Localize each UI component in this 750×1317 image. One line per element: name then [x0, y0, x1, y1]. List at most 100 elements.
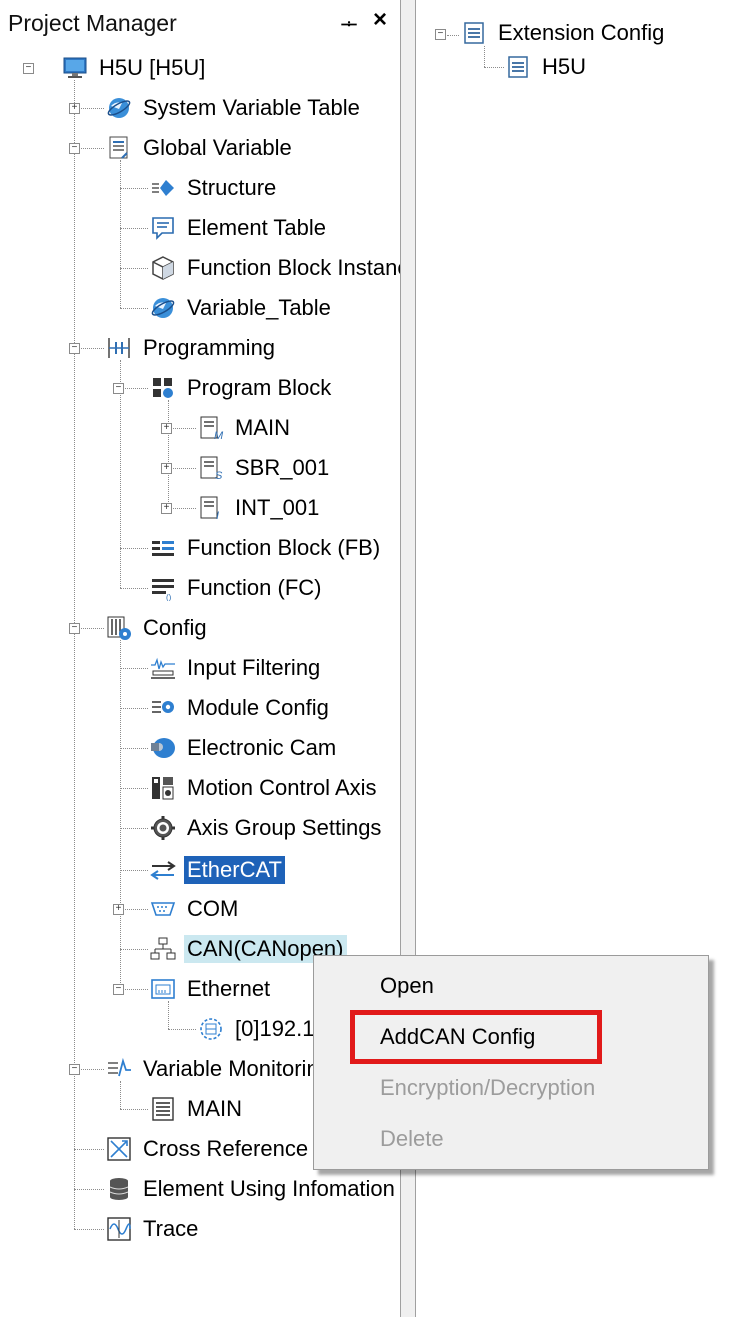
- can-network-icon: [150, 936, 176, 962]
- tree-node-main[interactable]: MAIN: [150, 1091, 245, 1127]
- menu-item-encryption-decryption: Encryption/Decryption: [380, 1075, 596, 1100]
- document-icon: [462, 21, 486, 45]
- tree-node-label: Element Table: [187, 215, 327, 240]
- tree-node-label: Variable Monitoring: [143, 1056, 331, 1081]
- tree-node-module-config[interactable]: Module Config: [150, 690, 332, 726]
- tree-node-function-block-fb[interactable]: Function Block (FB): [150, 530, 383, 566]
- expander-program-block[interactable]: −: [113, 383, 124, 394]
- tree-node-program-block[interactable]: Program Block: [150, 370, 334, 406]
- menu-item-add-can-config[interactable]: AddCAN Config: [380, 1020, 535, 1054]
- tree-connector: [168, 508, 196, 509]
- expander-h5u-h5u[interactable]: −: [23, 63, 34, 74]
- tree-node-global-variable[interactable]: Global Variable: [106, 130, 295, 166]
- tree-node-element-using-infomation[interactable]: Element Using Infomation: [106, 1171, 398, 1207]
- document-icon: [106, 135, 132, 161]
- tree-node-trace[interactable]: Trace: [106, 1211, 201, 1247]
- tree-connector: [168, 400, 169, 508]
- tree-node-structure[interactable]: Structure: [150, 170, 279, 206]
- tree-connector: [120, 870, 148, 871]
- tree-node-variable-table[interactable]: Variable_Table: [150, 290, 334, 326]
- expander-global-variable[interactable]: −: [69, 143, 80, 154]
- tree-node-programming[interactable]: Programming: [106, 330, 278, 366]
- expander-com[interactable]: +: [113, 904, 124, 915]
- tree-connector: [74, 80, 75, 1229]
- tree-node-main[interactable]: M MAIN: [198, 410, 293, 446]
- tree-node-label: Variable_Table: [187, 295, 331, 320]
- tree-connector: [120, 1109, 148, 1110]
- database-icon: [106, 1176, 132, 1202]
- tree-connector: [120, 828, 148, 829]
- tree-node-motion-control-axis[interactable]: Motion Control Axis: [150, 770, 380, 806]
- program-block-icon: [150, 375, 176, 401]
- tree-connector: [120, 788, 148, 789]
- tree-node-ethernet[interactable]: Ethernet: [150, 971, 273, 1007]
- computer-icon: [62, 55, 88, 81]
- expander-sbr-001[interactable]: +: [161, 463, 172, 474]
- expander-variable-monitoring[interactable]: −: [69, 1064, 80, 1075]
- tree-node-axis-group-settings[interactable]: Axis Group Settings: [150, 810, 384, 846]
- tree-connector: [120, 308, 148, 309]
- function-block-icon: [150, 535, 176, 561]
- tree-connector: [120, 708, 148, 709]
- tree-node-input-filtering[interactable]: Input Filtering: [150, 650, 323, 686]
- expander-ethernet[interactable]: −: [113, 984, 124, 995]
- svg-text:M: M: [214, 430, 224, 441]
- tree-node-h5u-h5u[interactable]: H5U [H5U]: [62, 50, 208, 86]
- tree-node-label: Structure: [187, 175, 277, 200]
- cam-icon: [150, 735, 176, 761]
- svg-text:S: S: [215, 470, 223, 481]
- tree-node-label: Element Using Infomation: [143, 1176, 395, 1201]
- config-icon: [106, 615, 132, 641]
- globe-icon: [106, 95, 132, 121]
- tree-node-system-variable-table[interactable]: System Variable Table: [106, 90, 363, 126]
- tree-node-label: MAIN: [235, 415, 290, 440]
- tree-connector: [120, 228, 148, 229]
- tree-node-config[interactable]: Config: [106, 610, 210, 646]
- expander-main[interactable]: +: [161, 423, 172, 434]
- tree-connector: [120, 268, 148, 269]
- menu-item-open[interactable]: Open: [380, 969, 434, 1003]
- svg-text:(): (): [166, 593, 172, 601]
- tree-connector: [74, 1229, 104, 1230]
- tree-node-function-block-instance[interactable]: Function Block Instance: [150, 250, 400, 286]
- tree-node-int-001[interactable]: I INT_001: [198, 490, 322, 526]
- tree-node-label: EtherCAT: [184, 856, 285, 884]
- tree-node-element-table[interactable]: Element Table: [150, 210, 329, 246]
- expander-programming[interactable]: −: [69, 343, 80, 354]
- tree-connector: [120, 640, 121, 989]
- tree-connector: [168, 1029, 196, 1030]
- structure-icon: [150, 175, 176, 201]
- tree-node-cross-reference[interactable]: Cross Reference: [106, 1131, 311, 1167]
- expander-config[interactable]: −: [69, 623, 80, 634]
- tree-connector: [120, 360, 121, 588]
- tree-node-label: Ethernet: [187, 976, 271, 1001]
- tree-node-extension-config[interactable]: Extension Config: [462, 20, 664, 46]
- expander-int-001[interactable]: +: [161, 503, 172, 514]
- tree-node-variable-monitoring[interactable]: Variable Monitoring: [106, 1051, 334, 1087]
- tree-node-label: H5U: [542, 54, 587, 79]
- tree-node-com[interactable]: COM: [150, 891, 241, 927]
- cube-icon: [150, 255, 176, 281]
- ladder-icon: [106, 335, 132, 361]
- tree-connector: [120, 388, 148, 389]
- monitor-icon: [106, 1056, 132, 1082]
- tree-node-label: Function (FC): [187, 575, 322, 600]
- tree-node-h5u[interactable]: H5U: [506, 54, 586, 80]
- tree-node-electronic-cam[interactable]: Electronic Cam: [150, 730, 339, 766]
- globe-icon: [150, 295, 176, 321]
- expander-system-variable-table[interactable]: +: [69, 103, 80, 114]
- tree-node-label: System Variable Table: [143, 95, 360, 120]
- tree-node-sbr-001[interactable]: S SBR_001: [198, 450, 332, 486]
- menu-item-delete: Delete: [380, 1126, 444, 1151]
- tree-node-label: Module Config: [187, 695, 329, 720]
- tree-connector: [120, 588, 148, 589]
- tree-node-ethercat[interactable]: EtherCAT: [150, 852, 285, 888]
- document-icon: [506, 55, 530, 79]
- expander-extension-config[interactable]: −: [435, 29, 446, 40]
- tree-connector: [120, 748, 148, 749]
- tree-connector: [168, 428, 196, 429]
- tree-node-label: SBR_001: [235, 455, 330, 480]
- tree-node-label: Electronic Cam: [187, 735, 337, 760]
- tree-node-label: Extension Config: [498, 20, 665, 45]
- tree-node-function-fc[interactable]: () Function (FC): [150, 570, 324, 606]
